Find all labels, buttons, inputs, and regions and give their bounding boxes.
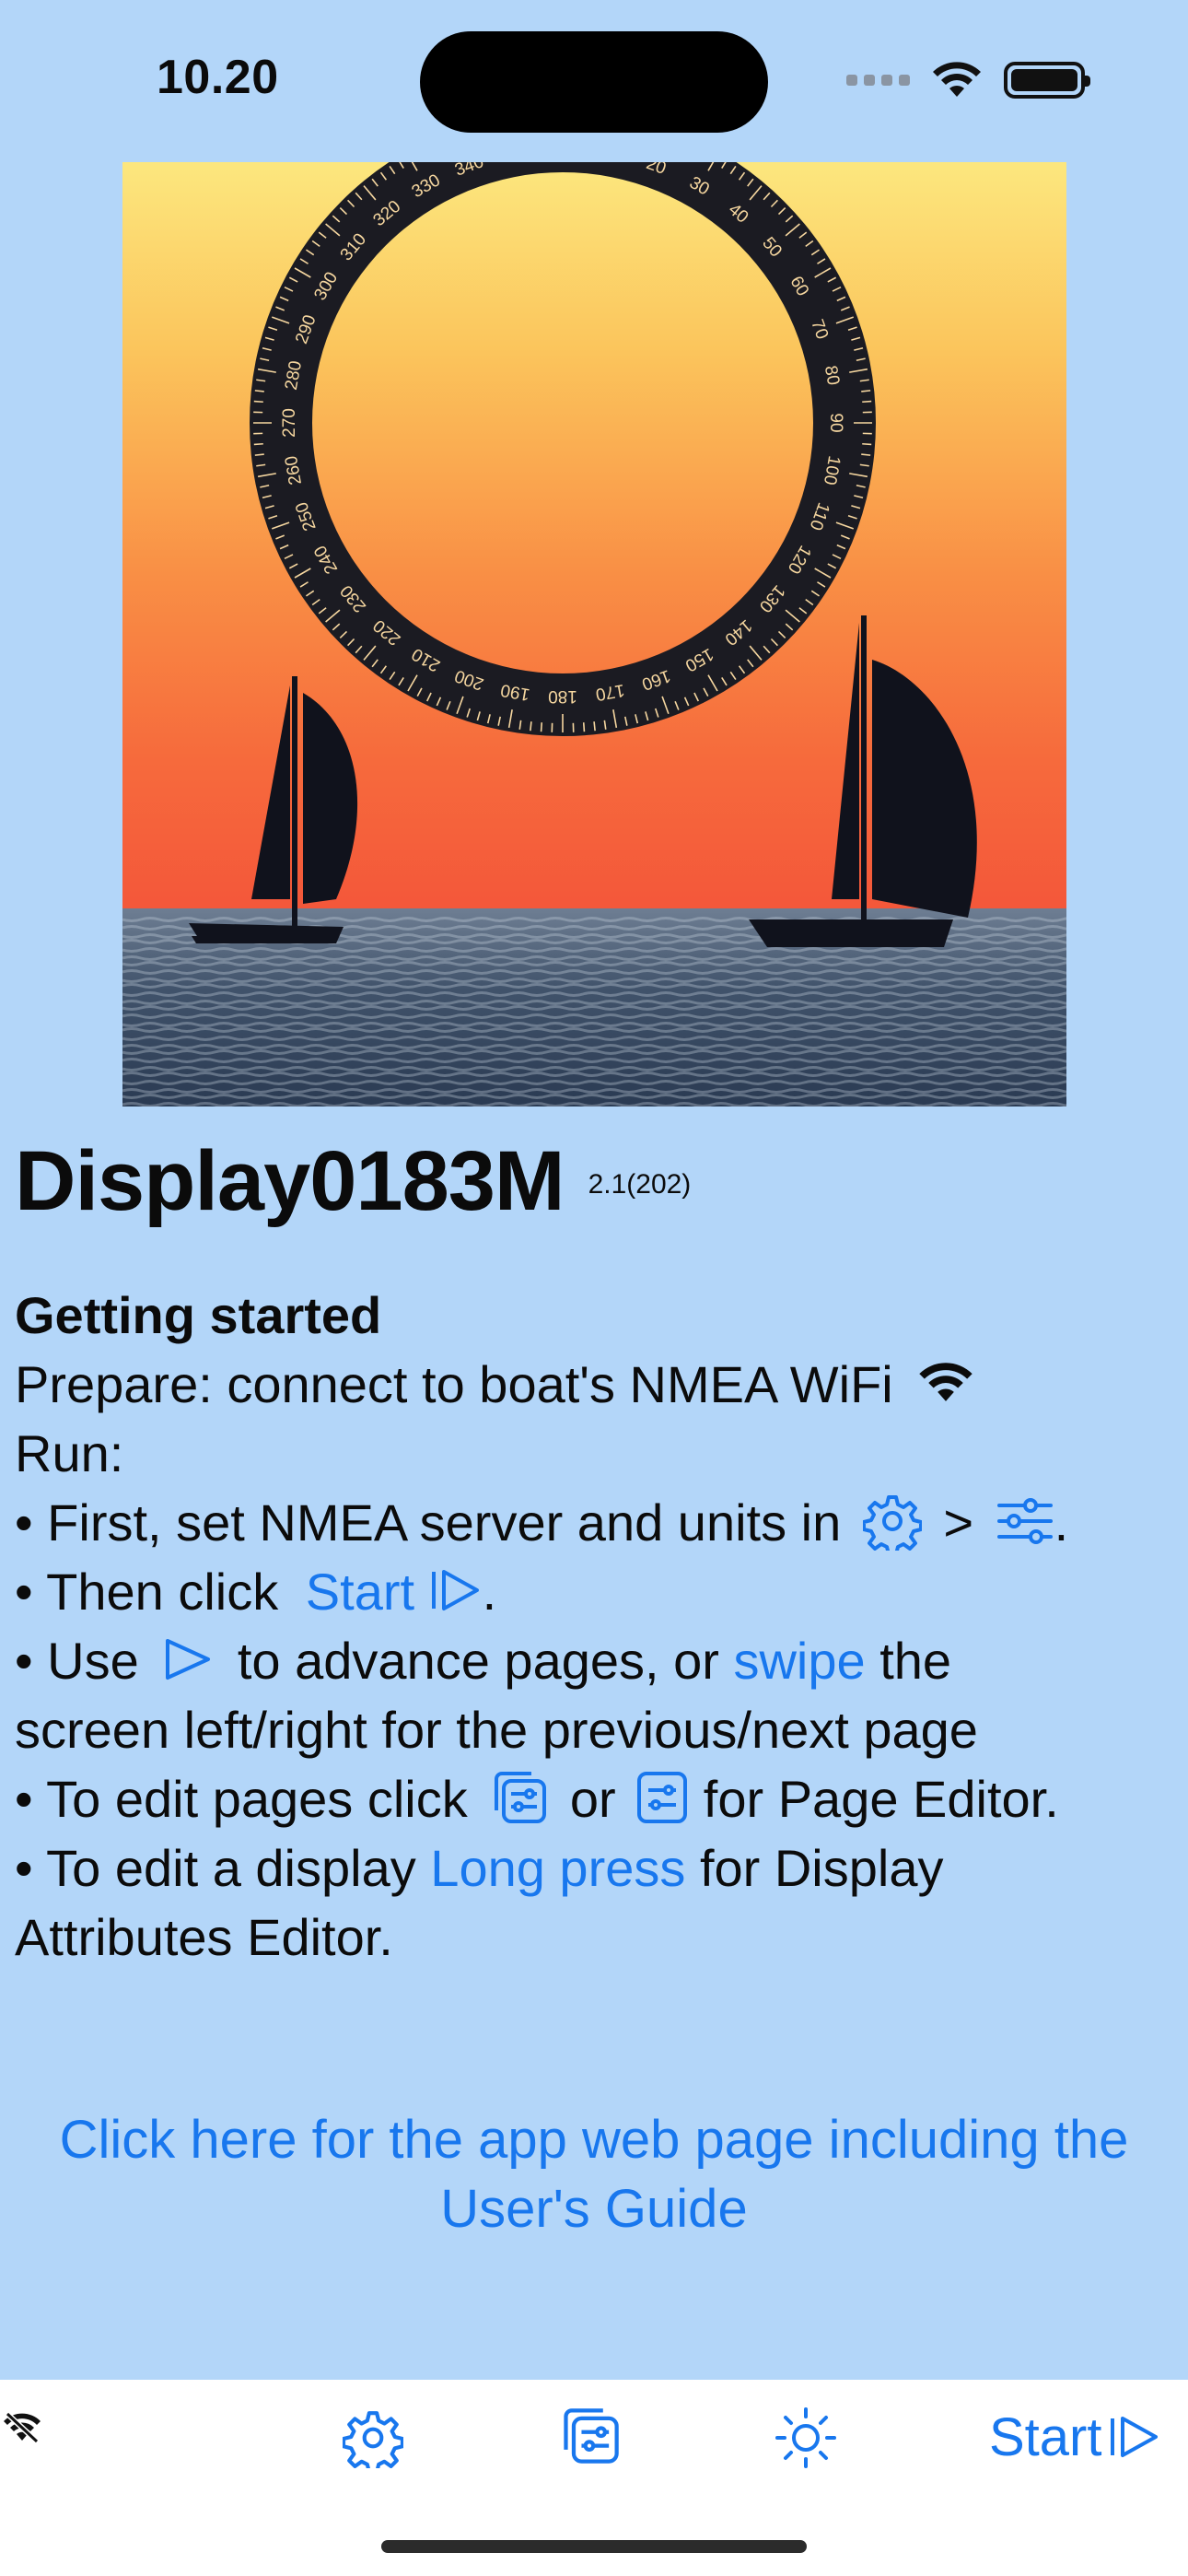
start-play-icon: [431, 1570, 479, 1611]
run-label: Run:: [15, 1424, 124, 1482]
compass-tick: [254, 453, 264, 456]
hero-image: 0102030405060708090100110120130140150160…: [122, 162, 1066, 1107]
compass-tick: [254, 390, 264, 392]
getting-started-section: Getting started Prepare: connect to boat…: [15, 1281, 1177, 1972]
status-indicators: [846, 57, 1090, 103]
app-title: Display0183M: [15, 1134, 565, 1228]
compass-tick: [861, 453, 871, 456]
prepare-line: Prepare: connect to boat's NMEA WiFi: [15, 1350, 1177, 1419]
step-4-text-b: or: [569, 1770, 616, 1828]
step-2: • Then click Start .: [15, 1557, 1177, 1626]
wifi-icon: [919, 1363, 973, 1402]
step-5-line-2: Attributes Editor.: [15, 1908, 393, 1966]
web-page-link-line-2: User's Guide: [440, 2179, 748, 2239]
compass-label: 80: [821, 364, 843, 386]
compass-tick: [530, 721, 532, 732]
page-stack-icon[interactable]: [489, 1768, 550, 1827]
compass-tick: [862, 400, 872, 404]
step-1-text: • First, set NMEA server and units in: [15, 1493, 842, 1551]
compass-tick: [582, 722, 586, 732]
step-1-end: .: [1054, 1493, 1069, 1551]
step-2-end: .: [482, 1563, 497, 1621]
step-4-text-a: • To edit pages click: [15, 1770, 468, 1828]
compass-label: 270: [280, 408, 299, 438]
step-1-separator: >: [943, 1493, 974, 1551]
web-page-link-line-1: Click here for the app web page includin…: [59, 2110, 1129, 2170]
step-3-text-b: to advance pages, or: [237, 1632, 719, 1690]
dynamic-island: [420, 31, 768, 133]
toolbar-start-label: Start: [989, 2406, 1102, 2467]
start-link-label: Start: [305, 1563, 415, 1621]
battery-icon: [1004, 62, 1090, 99]
toolbar-page-stack-icon[interactable]: [558, 2405, 623, 2467]
web-page-link[interactable]: Click here for the app web page includin…: [0, 2105, 1188, 2243]
title-row: Display0183M 2.1(202): [15, 1134, 692, 1228]
gear-icon[interactable]: [862, 1492, 922, 1551]
step-5: • To edit a display Long press for Displ…: [15, 1833, 1177, 1903]
page-editor-icon[interactable]: [635, 1770, 689, 1825]
app-version: 2.1(202): [588, 1169, 692, 1200]
compass-label: 180: [548, 686, 577, 706]
toolbar-start-play-icon: [1110, 2417, 1158, 2457]
step-3-text-a: • Use: [15, 1632, 139, 1690]
status-bar: 10.20: [0, 0, 1188, 138]
toolbar-settings-gear-icon[interactable]: [343, 2407, 403, 2468]
step-5-text-b: for Display: [699, 1839, 944, 1897]
step-3-text-c: the: [879, 1632, 952, 1690]
compass-tick: [862, 442, 872, 446]
home-indicator: [381, 2540, 807, 2553]
status-time: 10.20: [157, 51, 279, 104]
step-5-text-a: • To edit a display: [15, 1839, 416, 1897]
no-wifi-icon: [4, 2412, 41, 2443]
sliders-icon[interactable]: [996, 1496, 1054, 1546]
getting-started-heading: Getting started: [15, 1286, 382, 1344]
compass-tick: [253, 442, 263, 446]
cellular-signal-icon: [846, 75, 910, 86]
toolbar-start-button[interactable]: Start: [989, 2406, 1161, 2467]
brightness-icon[interactable]: [774, 2406, 838, 2470]
compass-tick: [593, 721, 596, 732]
wifi-status-icon: [933, 62, 981, 97]
compass-tick: [253, 400, 263, 404]
step-3-line-2: screen left/right for the previous/next …: [15, 1701, 978, 1759]
compass-label: 90: [826, 413, 845, 432]
step-2-text: • Then click: [15, 1563, 279, 1621]
play-icon[interactable]: [162, 1636, 214, 1682]
step-4: • To edit pages click or for Page Editor…: [15, 1764, 1177, 1833]
compass-tick: [861, 390, 871, 392]
step-4-text-c: for Page Editor.: [703, 1770, 1059, 1828]
long-press-link[interactable]: Long press: [430, 1839, 685, 1897]
prepare-text: Prepare: connect to boat's NMEA WiFi: [15, 1355, 893, 1413]
step-1: • First, set NMEA server and units in > …: [15, 1488, 1177, 1557]
step-3: • Use to advance pages, or swipe the: [15, 1626, 1177, 1695]
start-link[interactable]: Start: [306, 1563, 483, 1621]
swipe-link[interactable]: swipe: [733, 1632, 865, 1690]
